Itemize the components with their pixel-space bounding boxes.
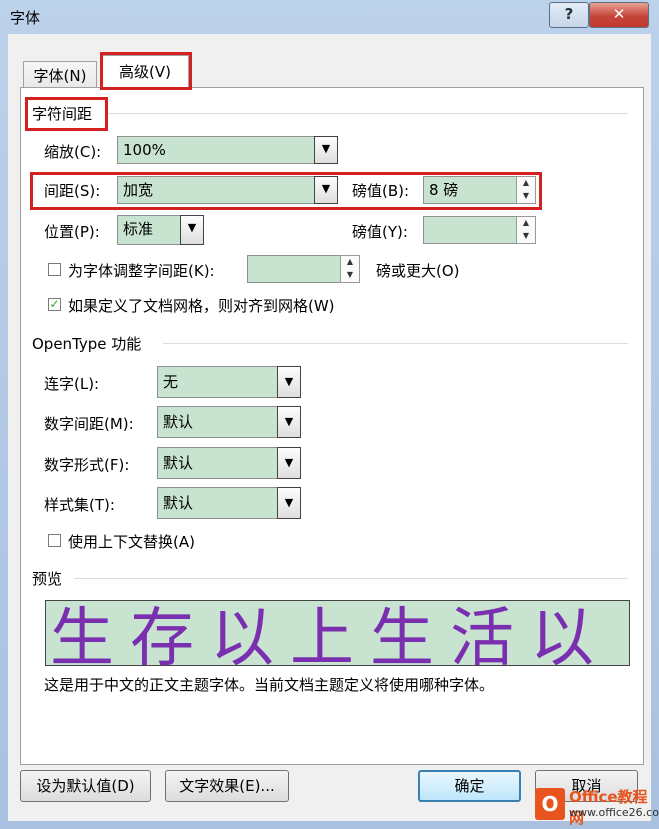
spacing-by-label: 磅值(B): [352, 182, 410, 200]
heading-highlight-box [25, 97, 108, 131]
number-spacing-label: 数字间距(M): [44, 415, 134, 433]
preview-sample-text: 生存以上生活以 [50, 602, 610, 666]
opentype-heading: OpenType 功能 [32, 335, 142, 353]
preview-box: 生存以上生活以 [45, 600, 630, 666]
office-logo-icon: O [535, 788, 565, 820]
section-divider [163, 343, 628, 344]
position-select[interactable]: 标准 [117, 215, 181, 245]
number-forms-label: 数字形式(F): [44, 456, 130, 474]
kerning-checkbox[interactable] [48, 263, 61, 276]
chevron-down-icon[interactable]: ▼ [180, 215, 204, 245]
spin-up-icon[interactable]: ▲ [517, 217, 535, 230]
chevron-down-icon[interactable]: ▼ [314, 176, 338, 204]
spin-up-icon[interactable]: ▲ [517, 177, 535, 190]
contextual-checkbox[interactable] [48, 534, 61, 547]
spacing-by-spinner[interactable]: ▲ ▼ [516, 176, 536, 204]
text-effects-button[interactable]: 文字效果(E)... [165, 770, 289, 802]
chevron-down-icon[interactable]: ▼ [277, 366, 301, 398]
watermark-url: www.office26.com [569, 806, 659, 819]
spacing-select[interactable]: 加宽 [117, 176, 317, 204]
ligatures-select[interactable]: 无 [157, 366, 279, 398]
chevron-down-icon[interactable]: ▼ [314, 136, 338, 164]
tab-highlight-box [100, 52, 192, 90]
number-spacing-select[interactable]: 默认 [157, 406, 279, 438]
kerning-label: 为字体调整字间距(K): [68, 262, 215, 280]
number-forms-select[interactable]: 默认 [157, 447, 279, 479]
tab-font[interactable]: 字体(N) [23, 61, 97, 90]
position-by-input[interactable] [423, 216, 517, 244]
spin-down-icon[interactable]: ▼ [517, 190, 535, 203]
spin-down-icon[interactable]: ▼ [517, 230, 535, 243]
preview-heading: 预览 [32, 570, 63, 588]
close-button[interactable]: ✕ [589, 2, 649, 28]
position-by-label: 磅值(Y): [352, 223, 408, 241]
title-bar: 字体 ? ✕ [0, 0, 659, 34]
scale-select[interactable]: 100% [117, 136, 317, 164]
chevron-down-icon[interactable]: ▼ [277, 406, 301, 438]
ligatures-label: 连字(L): [44, 375, 100, 393]
kerning-suffix: 磅或更大(O) [376, 262, 460, 280]
window-title: 字体 [10, 9, 41, 27]
position-label: 位置(P): [44, 223, 100, 241]
section-divider [74, 578, 628, 579]
kerning-input[interactable] [247, 255, 341, 283]
kerning-spinner[interactable]: ▲ ▼ [340, 255, 360, 283]
stylistic-sets-select[interactable]: 默认 [157, 487, 279, 519]
section-divider [108, 113, 628, 114]
set-default-button[interactable]: 设为默认值(D) [20, 770, 151, 802]
help-button[interactable]: ? [549, 2, 589, 28]
scale-label: 缩放(C): [44, 143, 102, 161]
spin-down-icon[interactable]: ▼ [341, 269, 359, 282]
preview-description: 这是用于中文的正文主题字体。当前文档主题定义将使用哪种字体。 [44, 676, 495, 694]
spin-up-icon[interactable]: ▲ [341, 256, 359, 269]
spacing-label: 间距(S): [44, 182, 101, 200]
watermark: O Office教程网 www.office26.com [535, 786, 659, 827]
position-by-spinner[interactable]: ▲ ▼ [516, 216, 536, 244]
contextual-label: 使用上下文替换(A) [68, 533, 195, 551]
stylistic-sets-label: 样式集(T): [44, 496, 115, 514]
snap-grid-label: 如果定义了文档网格，则对齐到网格(W) [68, 297, 335, 315]
spacing-by-input[interactable]: 8 磅 [423, 176, 517, 204]
snap-grid-checkbox[interactable]: ✓ [48, 298, 61, 311]
chevron-down-icon[interactable]: ▼ [277, 447, 301, 479]
chevron-down-icon[interactable]: ▼ [277, 487, 301, 519]
ok-button[interactable]: 确定 [418, 770, 521, 802]
